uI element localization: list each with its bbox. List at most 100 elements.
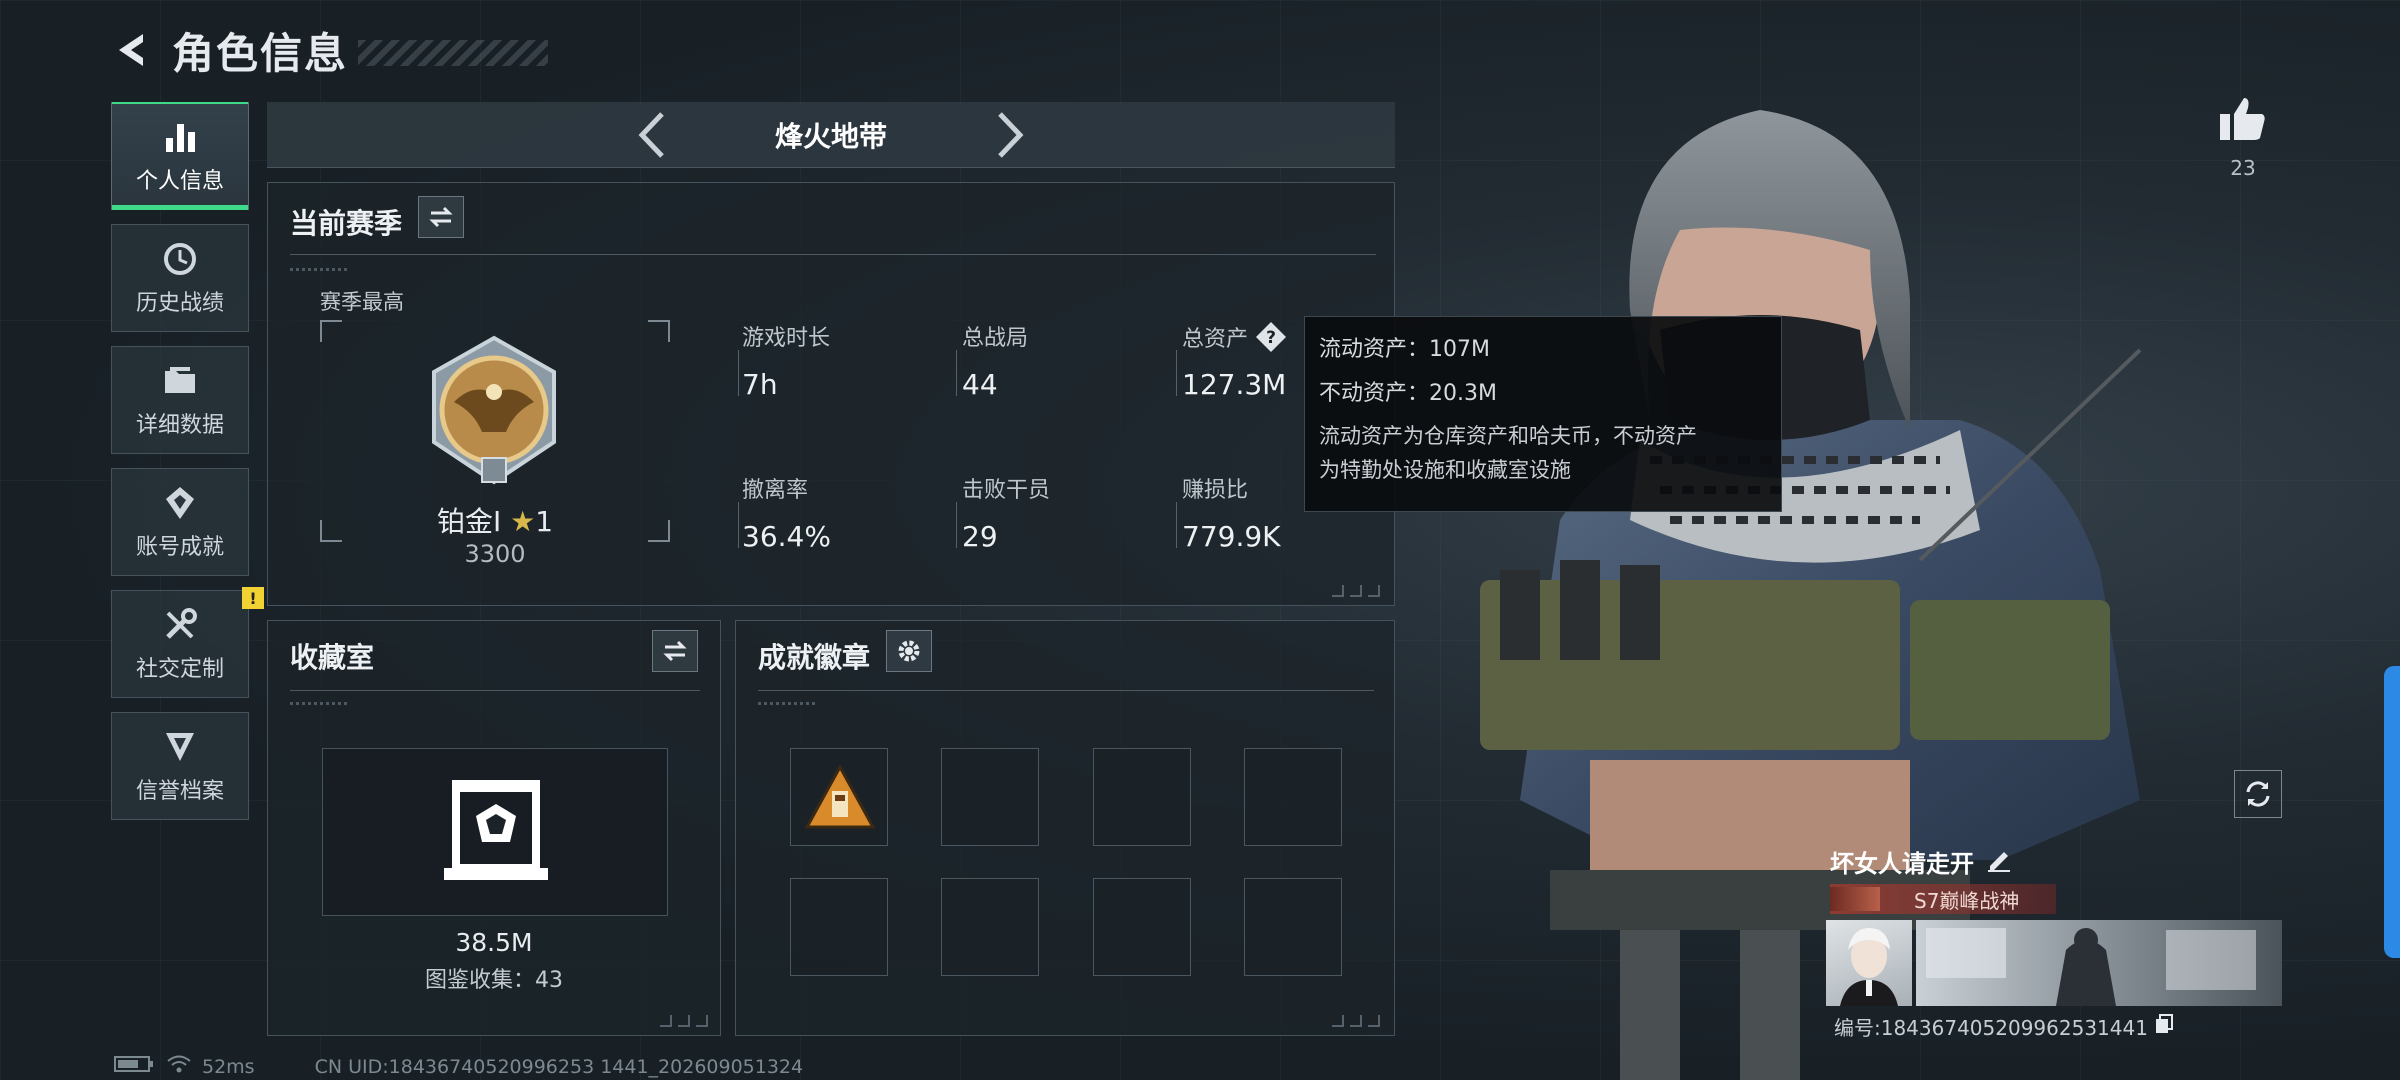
stat-extraction-rate: 撤离率 36.4% xyxy=(742,472,942,553)
platinum-rank-emblem xyxy=(432,335,556,485)
gear-icon xyxy=(898,640,920,662)
tooltip-desc-line1: 流动资产为仓库资产和哈夫币，不动资产 xyxy=(1319,424,1697,448)
like-button[interactable]: 23 xyxy=(2216,96,2270,180)
rank-stars: 1 xyxy=(535,505,554,538)
svg-text:?: ? xyxy=(1266,328,1276,348)
sidebar-item-label: 信誉档案 xyxy=(135,779,224,804)
status-footer: 52ms CN UID:18436740520996253 1441_20260… xyxy=(114,1054,803,1079)
profile-banner[interactable] xyxy=(1916,920,2282,1006)
badge-slot-empty[interactable] xyxy=(1244,748,1342,846)
avatar[interactable] xyxy=(1826,920,1912,1006)
player-id-row: 编号:18436740520996253144​1 xyxy=(1834,1012,2174,1041)
switch-season-button[interactable] xyxy=(418,196,464,238)
rank-name: 铂金Ⅰ xyxy=(436,505,502,538)
mode-switcher: 烽火地带 xyxy=(267,102,1395,168)
tooltip-desc-line2: 为特勤处设施和收藏室设施 xyxy=(1319,458,1571,482)
back-arrow-icon[interactable] xyxy=(110,27,156,73)
tools-icon xyxy=(160,605,200,645)
shield-icon xyxy=(160,727,200,767)
achievement-icon xyxy=(160,483,200,523)
stat-separator xyxy=(738,350,739,396)
sidebar-item-personal-info[interactable]: 个人信息 xyxy=(111,102,249,210)
assets-tooltip: 流动资产：107M 不动资产：20.3M 流动资产为仓库资产和哈夫币，不动资产 … xyxy=(1304,316,1782,512)
stat-play-time: 游戏时长 7h xyxy=(742,320,942,401)
sidebar-item-reputation[interactable]: 信誉档案 xyxy=(111,712,249,820)
stat-value: 36.4% xyxy=(742,520,831,553)
player-name: 坏女人请走开 xyxy=(1830,850,1974,878)
sidebar-item-label: 历史战绩 xyxy=(135,291,224,316)
star-icon: ★ xyxy=(510,505,536,538)
sidebar-item-label: 详细数据 xyxy=(135,413,224,438)
side-drawer-tab[interactable] xyxy=(2384,666,2400,958)
sidebar-item-history[interactable]: 历史战绩 xyxy=(111,224,249,332)
ping-value: 52ms xyxy=(202,1055,255,1078)
player-name-row: 坏女人请走开 xyxy=(1830,844,2012,879)
rank-score: 3300 xyxy=(464,540,526,568)
page-title: 角色信息 xyxy=(172,28,349,78)
season-title: 当前赛季 xyxy=(290,207,403,240)
panel-dots xyxy=(290,702,350,705)
stat-separator xyxy=(738,502,739,548)
panel-divider xyxy=(290,690,700,691)
panel-dots xyxy=(758,702,818,705)
badge-settings-button[interactable] xyxy=(886,630,932,672)
sidebar-item-label: 账号成就 xyxy=(135,535,224,560)
swap-icon xyxy=(429,206,453,228)
collection-title: 收藏室 xyxy=(290,641,375,674)
notification-badge: ! xyxy=(242,587,264,609)
battery-icon xyxy=(114,1055,154,1078)
stat-total-matches: 总战局 44 xyxy=(962,320,1162,401)
badge-slot-filled[interactable] xyxy=(790,748,888,846)
folder-icon xyxy=(160,361,200,401)
sidebar-item-social-custom[interactable]: 社交定制 ! xyxy=(111,587,264,698)
help-icon[interactable]: ? xyxy=(1254,320,1288,360)
title-decoration xyxy=(358,40,549,66)
panel-corner-mark xyxy=(1326,582,1386,597)
badge-slot-empty[interactable] xyxy=(790,878,888,976)
sidebar: 个人信息 历史战绩 详细数据 账号成就 社交定制 ! 信誉档案 xyxy=(111,102,264,834)
rotate-model-button[interactable] xyxy=(2234,770,2282,818)
copy-icon[interactable] xyxy=(2154,1013,2174,1040)
panel-corner-mark xyxy=(1326,1012,1386,1027)
badge-slot-empty[interactable] xyxy=(941,748,1039,846)
badge-slot-empty[interactable] xyxy=(1093,878,1191,976)
header: 角色信息 xyxy=(110,22,549,78)
stat-value: 779.9K xyxy=(1182,520,1281,553)
edit-icon[interactable] xyxy=(1986,846,2012,878)
stat-separator xyxy=(1176,502,1177,548)
thumbs-up-icon xyxy=(2220,98,2265,140)
rank-name-row: 铂金Ⅰ ★1 xyxy=(320,500,670,540)
history-clock-icon xyxy=(160,239,200,279)
stat-label: 撤离率 xyxy=(742,478,809,503)
panel-divider xyxy=(290,254,1376,255)
bar-chart-icon xyxy=(160,117,200,157)
title-text: S7巅峰战神 xyxy=(1914,888,2020,913)
uid-text: CN UID:18436740520996253 1441_2026090513… xyxy=(314,1055,804,1078)
stat-label: 总战局 xyxy=(962,326,1029,351)
like-count: 23 xyxy=(2230,156,2256,180)
switch-collection-button[interactable] xyxy=(652,630,698,672)
badge-triangle-icon xyxy=(804,763,876,829)
season-best-label: 赛季最高 xyxy=(320,290,404,314)
vault-icon xyxy=(444,780,548,880)
collection-count: 图鉴收集：43 xyxy=(425,968,563,993)
stat-separator xyxy=(956,350,957,396)
stat-value: 7h xyxy=(742,368,778,401)
badge-slot-empty[interactable] xyxy=(1244,878,1342,976)
stat-separator xyxy=(956,502,957,548)
sidebar-item-label: 社交定制 xyxy=(135,657,224,682)
badge-slot-empty[interactable] xyxy=(1093,748,1191,846)
tooltip-fixed-assets: 不动资产：20.3M xyxy=(1319,381,1497,406)
wifi-icon xyxy=(166,1054,192,1079)
panel-corner-mark xyxy=(654,1012,714,1027)
swap-icon xyxy=(663,640,687,662)
stat-label: 击败干员 xyxy=(962,478,1051,503)
sidebar-item-detailed-data[interactable]: 详细数据 xyxy=(111,346,249,454)
title-tag: S7巅峰战神 xyxy=(1830,884,2056,914)
sidebar-item-achievements[interactable]: 账号成就 xyxy=(111,468,249,576)
next-mode-chevron-icon[interactable] xyxy=(981,105,1041,165)
prev-mode-chevron-icon[interactable] xyxy=(621,105,681,165)
stat-label: 游戏时长 xyxy=(742,326,831,351)
badge-slot-empty[interactable] xyxy=(941,878,1039,976)
panel-dots xyxy=(290,268,350,271)
